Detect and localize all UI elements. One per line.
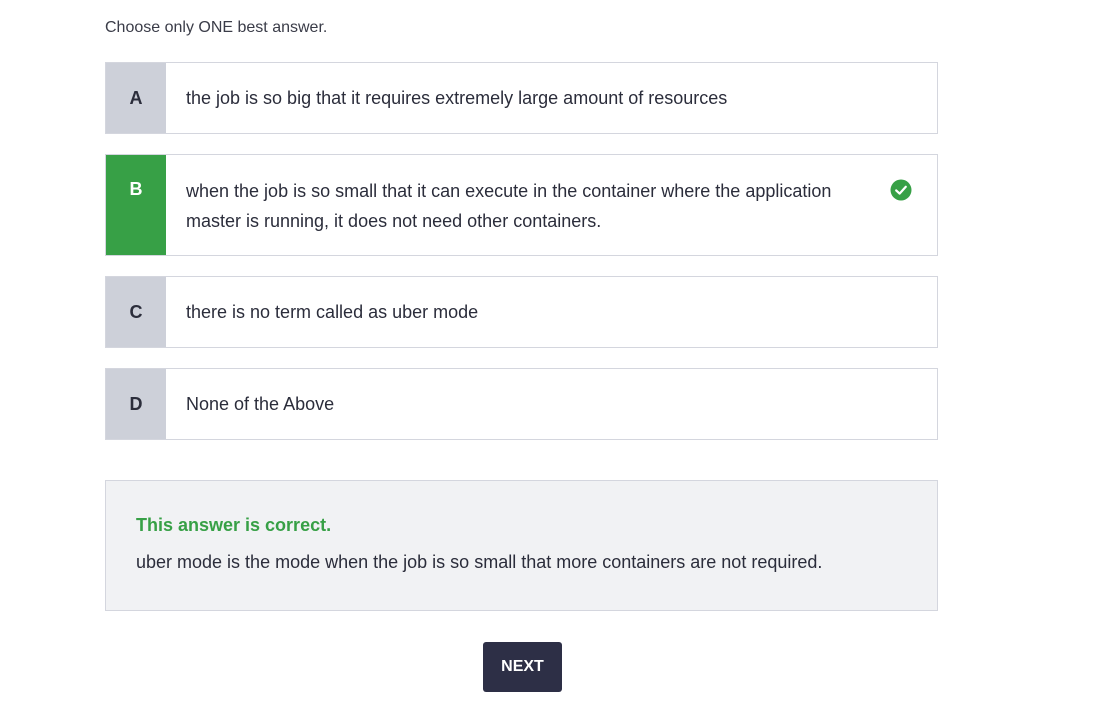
- option-letter: C: [106, 277, 166, 347]
- next-button[interactable]: NEXT: [483, 642, 562, 692]
- option-text: None of the Above: [186, 394, 335, 414]
- check-circle-icon: [890, 179, 912, 201]
- instruction-text: Choose only ONE best answer.: [105, 19, 328, 36]
- option-a[interactable]: A the job is so big that it requires ext…: [105, 62, 938, 134]
- option-c[interactable]: C there is no term called as uber mode: [105, 276, 938, 348]
- option-b[interactable]: B when the job is so small that it can e…: [105, 154, 938, 256]
- option-text: the job is so big that it requires extre…: [186, 88, 728, 108]
- feedback-panel: This answer is correct. uber mode is the…: [105, 480, 938, 611]
- option-letter: B: [106, 155, 166, 255]
- option-text: when the job is so small that it can exe…: [186, 181, 832, 231]
- quiz-page: Choose only ONE best answer. A the job i…: [0, 0, 1102, 705]
- option-text: there is no term called as uber mode: [186, 302, 479, 322]
- option-d[interactable]: D None of the Above: [105, 368, 938, 440]
- option-letter: D: [106, 369, 166, 439]
- option-letter: A: [106, 63, 166, 133]
- feedback-explanation: uber mode is the mode when the job is so…: [136, 552, 823, 572]
- feedback-title: This answer is correct.: [136, 515, 332, 535]
